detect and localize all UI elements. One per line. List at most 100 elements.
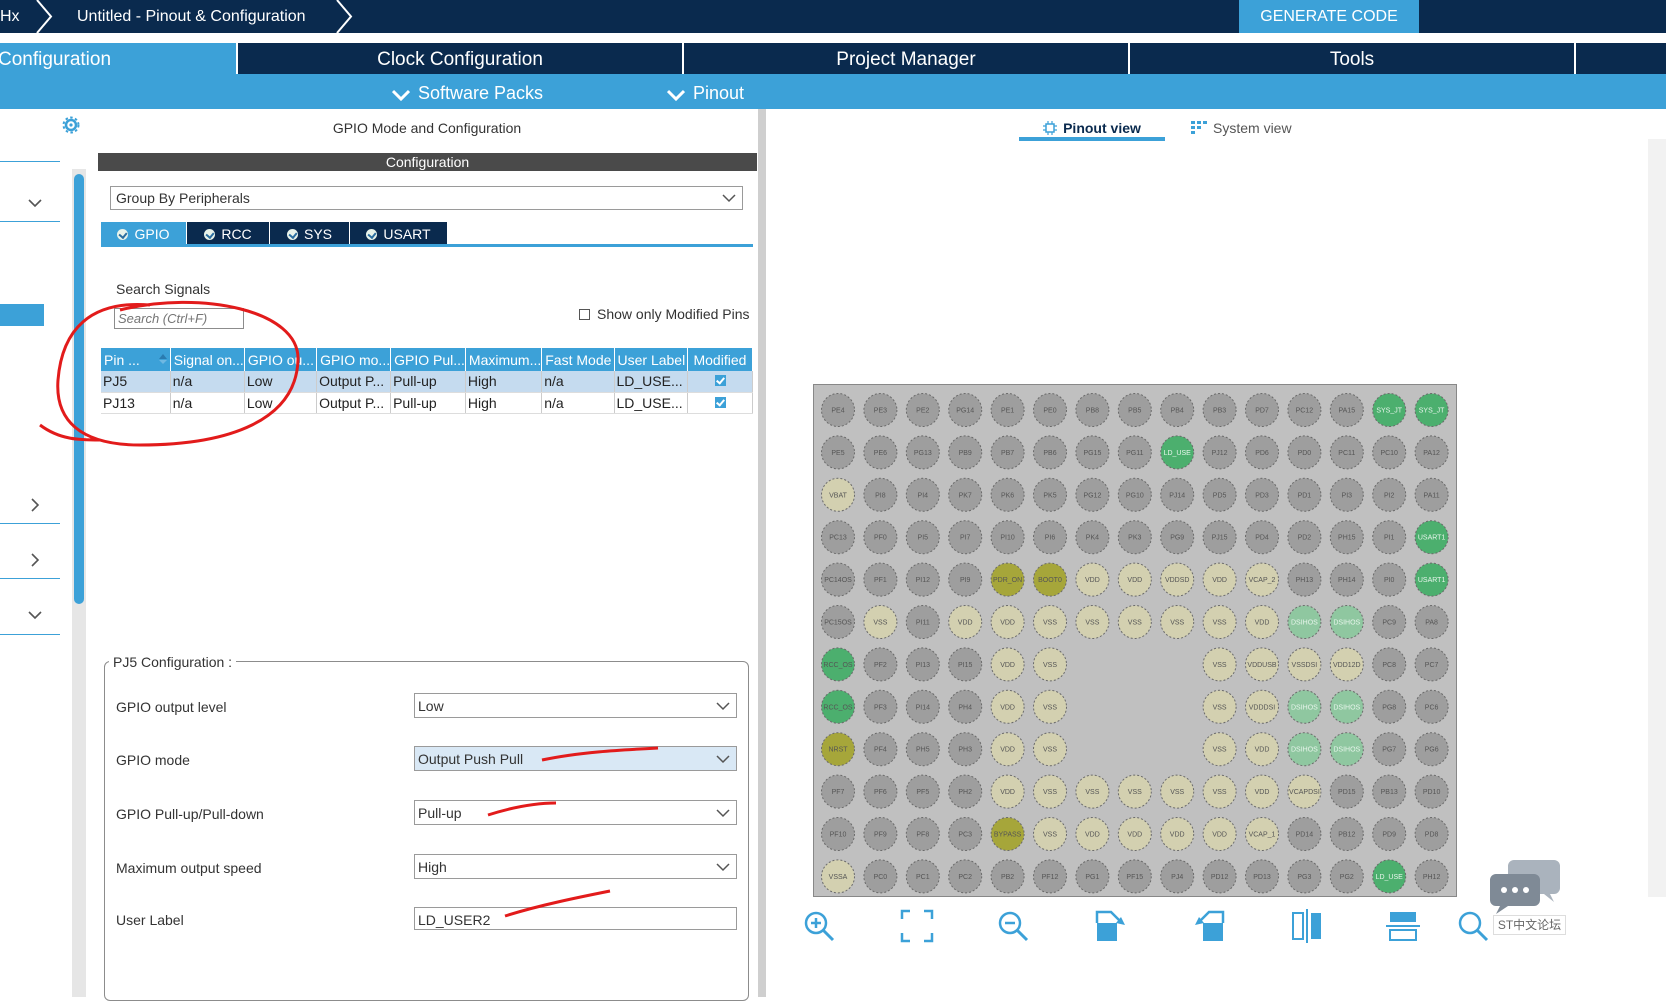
chip-pin[interactable]: PJ14 <box>1160 477 1195 512</box>
chip-pin[interactable]: PA15 <box>1329 393 1364 427</box>
chip-pin[interactable]: PI2 <box>1372 477 1407 512</box>
chip-pin[interactable]: PC10 <box>1372 435 1407 470</box>
chip-pin[interactable]: PG15 <box>1075 435 1110 470</box>
chip-pin[interactable]: VDD <box>948 605 983 639</box>
chip-pin[interactable]: VSS <box>863 605 898 639</box>
chip-pin[interactable]: PH4 <box>948 689 983 724</box>
chip-pin[interactable]: PD8 <box>1414 817 1449 851</box>
chevron-down-icon[interactable] <box>26 606 44 624</box>
col-pin[interactable]: Pin ... <box>101 348 171 371</box>
chip-pin[interactable]: PF6 <box>863 774 898 809</box>
chip-pin[interactable]: PA11 <box>1414 477 1449 512</box>
chip-pin[interactable]: PK4 <box>1075 520 1110 555</box>
chip-pin[interactable]: NRST <box>821 732 855 767</box>
chip-pin[interactable]: PC2 <box>948 859 983 894</box>
chip-pin[interactable]: RCC_OS <box>821 647 855 682</box>
chip-pin[interactable]: VDD <box>990 774 1025 809</box>
chevron-right-icon[interactable] <box>26 496 44 514</box>
chip-pin[interactable]: VDD <box>990 605 1025 639</box>
chip-pin[interactable]: PK5 <box>1033 477 1067 512</box>
chip-pin[interactable]: PB13 <box>1372 774 1407 809</box>
chip-pin[interactable]: PH3 <box>948 732 983 767</box>
chip-pin[interactable]: VDD <box>1245 732 1279 767</box>
pinout-scrollbar[interactable] <box>1648 139 1666 979</box>
panel-splitter[interactable] <box>758 109 766 997</box>
chip-pin[interactable]: USART1 <box>1414 520 1449 555</box>
chip-pin[interactable]: PG7 <box>1372 732 1407 767</box>
chip-pin[interactable]: PF12 <box>1033 859 1067 894</box>
chip-pin[interactable]: DSIHOS <box>1329 605 1364 639</box>
chip-pin[interactable]: PD9 <box>1372 817 1407 851</box>
chip-pin[interactable]: PF1 <box>863 562 898 597</box>
tab-pinout-configuration[interactable]: Configuration <box>0 43 236 74</box>
chip-pin[interactable]: BYPASS <box>990 817 1025 851</box>
chip-pin[interactable]: PD6 <box>1245 435 1279 470</box>
chip-pin[interactable]: PI3 <box>1329 477 1364 512</box>
gpio-mode-select[interactable]: Output Push Pull <box>414 746 737 771</box>
chip-pin[interactable]: USART1 <box>1414 562 1449 597</box>
search-input[interactable] <box>114 308 244 329</box>
chip-pin[interactable]: PD12 <box>1202 859 1237 894</box>
chip-pin[interactable]: VSS <box>1033 605 1067 639</box>
chip-pin[interactable]: VDD <box>990 689 1025 724</box>
chip-pin[interactable]: VSS <box>1117 774 1152 809</box>
chip-pin[interactable]: PB6 <box>1033 435 1067 470</box>
chip-pin[interactable]: PD13 <box>1245 859 1279 894</box>
chip-pin[interactable]: DSIHOS <box>1329 732 1364 767</box>
col-gpio-mode[interactable]: GPIO mo... <box>316 348 392 371</box>
zoom-out-icon[interactable] <box>996 909 1030 943</box>
chip-pin[interactable]: VSS <box>1075 605 1110 639</box>
col-signal[interactable]: Signal on... <box>170 348 245 371</box>
chip-pin[interactable]: VDD <box>1202 562 1237 597</box>
chip-pin[interactable]: PI0 <box>1372 562 1407 597</box>
chip-pin[interactable]: VDD <box>990 647 1025 682</box>
chip-pin[interactable]: PG6 <box>1414 732 1449 767</box>
tab-rcc[interactable]: RCC <box>187 222 269 245</box>
chip-pin[interactable]: PG3 <box>1287 859 1322 894</box>
rotate-left-icon[interactable] <box>1192 909 1226 943</box>
chip-pin[interactable]: PD4 <box>1245 520 1279 555</box>
chip-pin[interactable]: VDDSD <box>1160 562 1195 597</box>
chip-pin[interactable]: PH14 <box>1329 562 1364 597</box>
col-gpio-pull[interactable]: GPIO Pul... <box>390 348 466 371</box>
chip-pin[interactable]: PI10 <box>990 520 1025 555</box>
chip-pin[interactable]: PK6 <box>990 477 1025 512</box>
chip-pin[interactable]: PE5 <box>821 435 855 470</box>
chip-pin[interactable]: PC8 <box>1372 647 1407 682</box>
show-modified-checkbox[interactable] <box>579 309 590 320</box>
col-gpio-output[interactable]: GPIO ou... <box>244 348 318 371</box>
chip-pin[interactable]: PC14OS <box>821 562 855 597</box>
chip-pin[interactable]: PF0 <box>863 520 898 555</box>
chip-pin[interactable]: PD1 <box>1287 477 1322 512</box>
chip-pin[interactable]: VSS <box>1033 774 1067 809</box>
chip-pin[interactable]: PG12 <box>1075 477 1110 512</box>
chip-pin[interactable]: PG8 <box>1372 689 1407 724</box>
chip-pin[interactable]: PE2 <box>905 393 940 427</box>
chip-pin[interactable]: SYS_JT <box>1414 393 1449 427</box>
generate-code-button[interactable]: GENERATE CODE <box>1239 0 1419 33</box>
chip-pin[interactable]: PD5 <box>1202 477 1237 512</box>
tab-sys[interactable]: SYS <box>270 222 349 245</box>
chip-pin[interactable]: PB8 <box>1075 393 1110 427</box>
chip-pin[interactable]: PG2 <box>1329 859 1364 894</box>
chip-pin[interactable]: PE3 <box>863 393 898 427</box>
chip-pin[interactable]: VDD <box>1117 562 1152 597</box>
chip-pin[interactable]: LD_USE <box>1160 435 1195 470</box>
chip-pin[interactable]: PG9 <box>1160 520 1195 555</box>
chip-pin[interactable]: PH12 <box>1414 859 1449 894</box>
col-modified[interactable]: Modified <box>687 348 754 371</box>
chip-pin[interactable]: PH5 <box>905 732 940 767</box>
chip-pin[interactable]: PB3 <box>1202 393 1237 427</box>
user-label-input[interactable]: LD_USER2 <box>414 907 737 930</box>
gpio-pull-select[interactable]: Pull-up <box>414 800 737 825</box>
chip-pin[interactable]: PDR_ON <box>990 562 1025 597</box>
chip-pin[interactable]: PD3 <box>1245 477 1279 512</box>
col-fast-mode[interactable]: Fast Mode <box>541 348 615 371</box>
flip-vertical-icon[interactable] <box>1290 909 1324 943</box>
chip-pin[interactable]: PH15 <box>1329 520 1364 555</box>
chip-pin[interactable]: VSS <box>1160 605 1195 639</box>
chip-pin[interactable]: VSS <box>1202 605 1237 639</box>
chip-pin[interactable]: PI5 <box>905 520 940 555</box>
chip-pin[interactable]: VCAP_2 <box>1245 562 1279 597</box>
chip-pin[interactable]: VDD <box>1245 774 1279 809</box>
